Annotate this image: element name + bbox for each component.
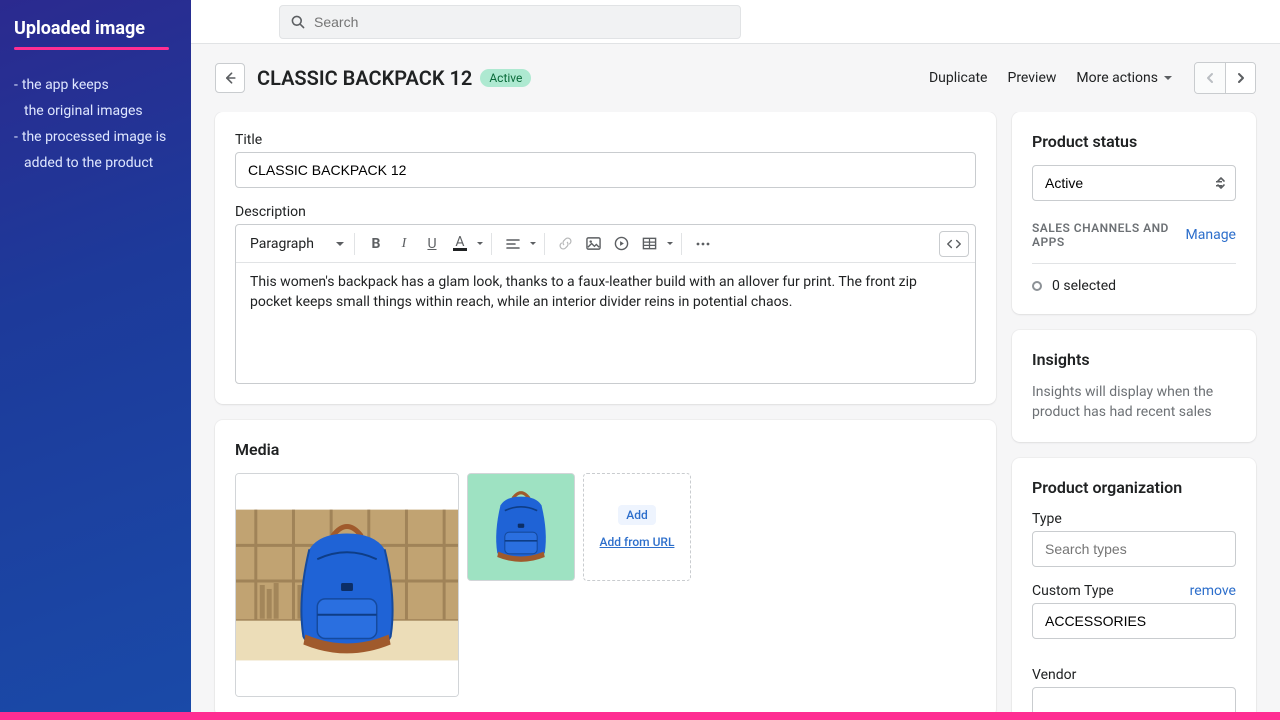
divider xyxy=(1032,263,1236,264)
table-icon xyxy=(642,236,657,251)
side-column: Product status Active SALES CHANNELS AND… xyxy=(1012,112,1256,696)
search-icon xyxy=(290,14,306,30)
arrow-left-icon xyxy=(222,70,238,86)
chevron-down-icon xyxy=(336,242,344,250)
content-columns: Title Description Paragraph xyxy=(191,112,1280,720)
organization-heading: Product organization xyxy=(1032,478,1236,497)
insights-heading: Insights xyxy=(1032,350,1236,369)
table-button[interactable] xyxy=(637,231,663,257)
product-image-thumb xyxy=(468,473,574,581)
organization-card: Product organization Type Custom Type re… xyxy=(1012,458,1256,720)
align-left-icon xyxy=(506,237,520,251)
paragraph-style-dropdown[interactable]: Paragraph xyxy=(242,232,352,256)
sales-channels-row: SALES CHANNELS AND APPS Manage xyxy=(1032,221,1236,249)
more-actions-button[interactable]: More actions xyxy=(1066,64,1182,92)
sales-channels-label: SALES CHANNELS AND APPS xyxy=(1032,221,1186,249)
status-select-wrap: Active xyxy=(1032,165,1236,201)
remove-custom-type-link[interactable]: remove xyxy=(1190,583,1236,599)
ellipsis-icon xyxy=(695,236,711,252)
page-header: CLASSIC BACKPACK 12 Active Duplicate Pre… xyxy=(191,44,1280,112)
chevron-right-icon xyxy=(1235,72,1247,84)
insights-card: Insights Insights will display when the … xyxy=(1012,330,1256,442)
media-item-thumb[interactable] xyxy=(467,473,575,581)
chevron-down-icon xyxy=(477,242,483,248)
title-description-card: Title Description Paragraph xyxy=(215,112,996,404)
description-field: Description Paragraph B I U xyxy=(235,204,976,384)
manage-channels-link[interactable]: Manage xyxy=(1186,227,1236,243)
chevron-left-icon xyxy=(1204,72,1216,84)
insights-text: Insights will display when the product h… xyxy=(1032,383,1236,422)
rich-text-editor: Paragraph B I U A xyxy=(235,224,976,384)
bottom-accent-bar xyxy=(0,712,1280,720)
product-status-card: Product status Active SALES CHANNELS AND… xyxy=(1012,112,1256,314)
channels-selected-row: 0 selected xyxy=(1032,278,1236,294)
duplicate-button[interactable]: Duplicate xyxy=(919,64,998,92)
media-item-main[interactable] xyxy=(235,473,459,697)
sidebar-note-line: the original images xyxy=(14,98,177,124)
back-button[interactable] xyxy=(215,63,245,93)
chevron-down-icon xyxy=(530,242,536,248)
status-dot-icon xyxy=(1032,281,1042,291)
media-grid: Add Add from URL xyxy=(235,473,976,697)
custom-type-field: Custom Type remove xyxy=(1032,583,1236,639)
page-title: CLASSIC BACKPACK 12 xyxy=(257,66,472,90)
pager-next-button[interactable] xyxy=(1225,63,1255,93)
main-area: CLASSIC BACKPACK 12 Active Duplicate Pre… xyxy=(191,0,1280,720)
search-input[interactable] xyxy=(314,14,730,30)
sidebar-note-line: -the app keeps xyxy=(14,72,177,98)
media-add-tile[interactable]: Add Add from URL xyxy=(583,473,691,581)
editor-toolbar: Paragraph B I U A xyxy=(236,225,975,263)
product-status-heading: Product status xyxy=(1032,132,1236,151)
pager xyxy=(1194,62,1256,94)
html-view-button[interactable] xyxy=(939,231,969,257)
link-button[interactable] xyxy=(553,231,579,257)
bold-button[interactable]: B xyxy=(363,231,389,257)
description-label: Description xyxy=(235,204,976,220)
sidebar-note-line: -the processed image is xyxy=(14,124,177,150)
add-from-url-link[interactable]: Add from URL xyxy=(600,535,675,549)
image-button[interactable] xyxy=(581,231,607,257)
code-icon xyxy=(946,237,962,251)
video-button[interactable] xyxy=(609,231,635,257)
sidebar-underline xyxy=(14,47,169,50)
status-badge: Active xyxy=(480,69,531,87)
add-media-button[interactable]: Add xyxy=(618,505,655,525)
text-color-button[interactable]: A xyxy=(447,231,473,257)
description-textarea[interactable]: This women's backpack has a glam look, t… xyxy=(236,263,975,383)
link-icon xyxy=(558,236,573,251)
channels-selected-text: 0 selected xyxy=(1052,278,1116,294)
search-field[interactable] xyxy=(279,5,741,39)
image-icon xyxy=(586,236,601,251)
info-sidebar: Uploaded image -the app keeps the origin… xyxy=(0,0,191,720)
vendor-label: Vendor xyxy=(1032,667,1236,683)
sidebar-title: Uploaded image xyxy=(14,18,177,39)
chevron-down-icon xyxy=(667,242,673,248)
title-field: Title xyxy=(235,132,976,188)
main-column: Title Description Paragraph xyxy=(215,112,996,696)
preview-button[interactable]: Preview xyxy=(997,64,1066,92)
type-field: Type xyxy=(1032,511,1236,567)
more-formatting-button[interactable] xyxy=(690,231,716,257)
align-button[interactable] xyxy=(500,231,526,257)
sidebar-note-line: added to the product xyxy=(14,150,177,176)
custom-type-label: Custom Type xyxy=(1032,583,1114,599)
underline-button[interactable]: U xyxy=(419,231,445,257)
status-select[interactable]: Active xyxy=(1032,165,1236,201)
pager-prev-button[interactable] xyxy=(1195,63,1225,93)
title-label: Title xyxy=(235,132,976,148)
title-input[interactable] xyxy=(235,152,976,188)
custom-type-input[interactable] xyxy=(1032,603,1236,639)
paragraph-style-label: Paragraph xyxy=(250,236,314,252)
video-icon xyxy=(614,236,629,251)
italic-button[interactable]: I xyxy=(391,231,417,257)
product-image-main xyxy=(236,473,458,697)
type-label: Type xyxy=(1032,511,1236,527)
topbar xyxy=(191,0,1280,44)
media-heading: Media xyxy=(235,440,976,459)
type-input[interactable] xyxy=(1032,531,1236,567)
media-card: Media xyxy=(215,420,996,717)
